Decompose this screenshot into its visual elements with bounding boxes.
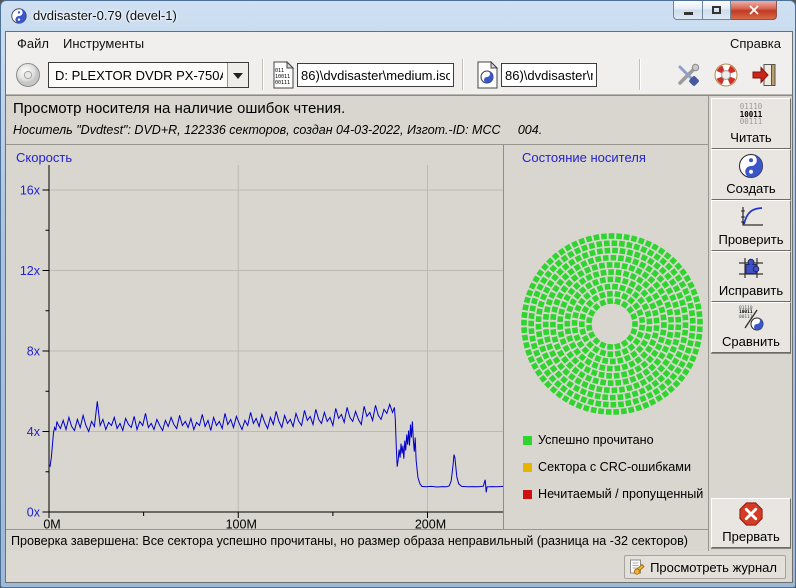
stop-x-icon bbox=[739, 502, 763, 526]
toolbar-separator bbox=[262, 59, 263, 90]
header-strip: Просмотр носителя на наличие ошибок чтен… bbox=[6, 96, 708, 145]
log-journal-icon bbox=[630, 559, 645, 575]
ecc-path-input[interactable] bbox=[501, 63, 597, 87]
menu-tools[interactable]: Инструменты bbox=[58, 35, 149, 52]
legend-item-good: Успешно прочитано bbox=[523, 433, 654, 447]
verify-button[interactable]: Проверить bbox=[711, 200, 791, 251]
footer: Просмотреть журнал bbox=[6, 551, 792, 582]
close-button[interactable] bbox=[731, 1, 777, 20]
binary-read-icon: 01110 10011 00111 bbox=[739, 102, 763, 127]
iso-path-input[interactable] bbox=[297, 63, 454, 87]
minimize-icon bbox=[683, 11, 693, 15]
drive-select-value: D: PLEXTOR DVDR PX-750A 1. bbox=[55, 68, 223, 83]
toolbar: D: PLEXTOR DVDR PX-750A 1. 011 10011 001… bbox=[6, 55, 792, 95]
app-window: dvdisaster-0.79 (devel-1) Файл Инструмен… bbox=[0, 0, 796, 588]
menu-file[interactable]: Файл bbox=[12, 35, 54, 52]
minimize-button[interactable] bbox=[673, 1, 703, 20]
legend-item-crc: Сектора с CRC-ошибками bbox=[523, 460, 691, 474]
view-log-label: Просмотреть журнал bbox=[650, 559, 777, 575]
curve-chart-icon bbox=[741, 206, 763, 225]
client-area: Файл Инструменты Справка D: PLEXTOR DVDR… bbox=[5, 31, 793, 583]
iso-image-file-icon: 011 10011 00111 bbox=[273, 61, 295, 89]
unreadable-swatch bbox=[523, 489, 532, 499]
tools-icon bbox=[678, 63, 700, 86]
read-button[interactable]: 01110 10011 00111 Читать bbox=[711, 98, 791, 149]
drive-select[interactable]: D: PLEXTOR DVDR PX-750A 1. bbox=[48, 62, 249, 88]
svg-text:200M: 200M bbox=[415, 518, 446, 530]
maximize-button[interactable] bbox=[703, 1, 731, 20]
legend-label: Сектора с CRC-ошибками bbox=[538, 460, 692, 474]
good-sectors-swatch bbox=[523, 435, 532, 445]
main-panel: Просмотр носителя на наличие ошибок чтен… bbox=[6, 95, 792, 552]
help-lifebuoy-button[interactable] bbox=[710, 60, 742, 90]
abort-button[interactable]: Прервать bbox=[711, 498, 791, 548]
crc-error-swatch bbox=[523, 462, 532, 472]
legend-item-unreadable: Нечитаемый / пропущенный bbox=[523, 487, 703, 501]
ecc-file-icon bbox=[477, 61, 499, 89]
compare-button[interactable]: 01110 10011 00111 Сравнить bbox=[711, 302, 791, 353]
legend-label: Нечитаемый / пропущенный bbox=[538, 487, 704, 501]
yinyang-icon bbox=[739, 153, 763, 178]
maximize-icon bbox=[712, 6, 721, 14]
preferences-button[interactable] bbox=[672, 60, 704, 90]
menu-help[interactable]: Справка bbox=[725, 35, 786, 52]
quit-button[interactable] bbox=[748, 60, 780, 90]
legend-label: Успешно прочитано bbox=[538, 433, 654, 447]
media-info: Носитель "Dvdtest": DVD+R, 122336 сектор… bbox=[13, 123, 543, 137]
app-yinyang-icon bbox=[11, 8, 27, 24]
status-text: Проверка завершена: Все сектора успешно … bbox=[6, 529, 708, 552]
toolbar-separator bbox=[462, 59, 463, 90]
svg-text:12x: 12x bbox=[20, 264, 41, 278]
svg-text:0x: 0x bbox=[27, 506, 41, 520]
chevron-down-icon[interactable] bbox=[227, 63, 248, 87]
toolbar-separator bbox=[639, 59, 640, 90]
speed-chart: 0x 4x 8x 12x 16x 0M 100M 200M bbox=[20, 165, 504, 530]
svg-text:8x: 8x bbox=[27, 345, 41, 359]
compare-icon: 01110 10011 00111 bbox=[736, 306, 766, 332]
lifebuoy-icon bbox=[714, 63, 738, 87]
svg-text:0M: 0M bbox=[43, 518, 60, 530]
create-button[interactable]: Создать bbox=[711, 149, 791, 200]
view-log-button[interactable]: Просмотреть журнал bbox=[624, 555, 786, 579]
exit-door-icon bbox=[752, 64, 775, 86]
svg-text:100M: 100M bbox=[226, 518, 257, 530]
svg-text:4x: 4x bbox=[27, 425, 41, 439]
titlebar[interactable]: dvdisaster-0.79 (devel-1) bbox=[1, 1, 795, 31]
close-icon bbox=[748, 5, 759, 15]
action-sidebar: 01110 10011 00111 Читать Создать Провери… bbox=[708, 96, 792, 552]
cd-drive-icon bbox=[16, 63, 40, 87]
puzzle-piece-icon bbox=[739, 257, 763, 278]
window-title: dvdisaster-0.79 (devel-1) bbox=[33, 8, 177, 23]
svg-text:16x: 16x bbox=[20, 184, 41, 198]
menubar: Файл Инструменты Справка bbox=[6, 32, 792, 55]
fix-button[interactable]: Исправить bbox=[711, 251, 791, 302]
page-title: Просмотр носителя на наличие ошибок чтен… bbox=[13, 100, 346, 117]
svg-text:00111: 00111 bbox=[275, 80, 290, 86]
